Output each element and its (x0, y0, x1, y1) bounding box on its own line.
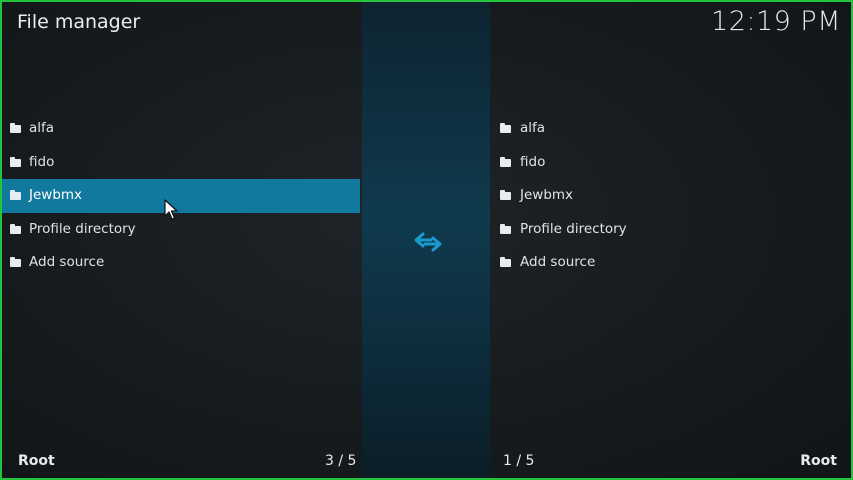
folder-icon (10, 123, 21, 133)
list-item-label: Profile directory (520, 220, 627, 237)
list-item[interactable]: fido (490, 146, 851, 180)
list-item-label: alfa (520, 120, 546, 136)
list-item[interactable]: alfa (2, 112, 360, 146)
clock: 12:19 PM (711, 6, 841, 37)
list-item[interactable]: fido (2, 146, 360, 180)
list-item[interactable]: Profile directory (490, 213, 851, 247)
list-item-selected[interactable]: Jewbmx (2, 179, 360, 213)
folder-icon (10, 223, 21, 234)
folder-icon (10, 190, 21, 200)
folder-icon (500, 190, 511, 200)
list-item-label: fido (29, 153, 55, 170)
folder-icon (10, 156, 21, 167)
left-file-list: alfa fido Jewbmx Profile directory Add s… (2, 112, 360, 280)
list-item-label: Add source (29, 254, 105, 270)
list-item-label: fido (520, 153, 546, 170)
list-item[interactable]: Add source (490, 246, 851, 280)
folder-icon (500, 123, 511, 133)
mouse-cursor-icon (164, 199, 178, 220)
list-item-label: alfa (29, 120, 55, 136)
swap-arrows-icon[interactable] (413, 230, 443, 254)
right-file-list: alfa fido Jewbmx Profile directory Add s… (490, 112, 851, 280)
list-item[interactable]: Jewbmx (490, 179, 851, 213)
list-item[interactable]: Profile directory (2, 213, 360, 247)
right-location: Root (800, 453, 837, 469)
right-item-counter: 1 / 5 (503, 453, 535, 469)
app-window: File manager 12:19 PM alfa fido Jewbmx P… (0, 0, 853, 480)
folder-icon (500, 156, 511, 167)
folder-icon (500, 257, 511, 267)
list-item-label: Profile directory (29, 220, 136, 237)
left-location: Root (18, 453, 55, 469)
list-item-label: Jewbmx (29, 187, 83, 203)
list-item[interactable]: alfa (490, 112, 851, 146)
list-item-label: Jewbmx (520, 187, 574, 203)
list-item-label: Add source (520, 254, 596, 270)
folder-icon (500, 223, 511, 234)
left-item-counter: 3 / 5 (325, 453, 357, 469)
page-title: File manager (17, 11, 141, 33)
list-item[interactable]: Add source (2, 246, 360, 280)
folder-icon (10, 257, 21, 267)
